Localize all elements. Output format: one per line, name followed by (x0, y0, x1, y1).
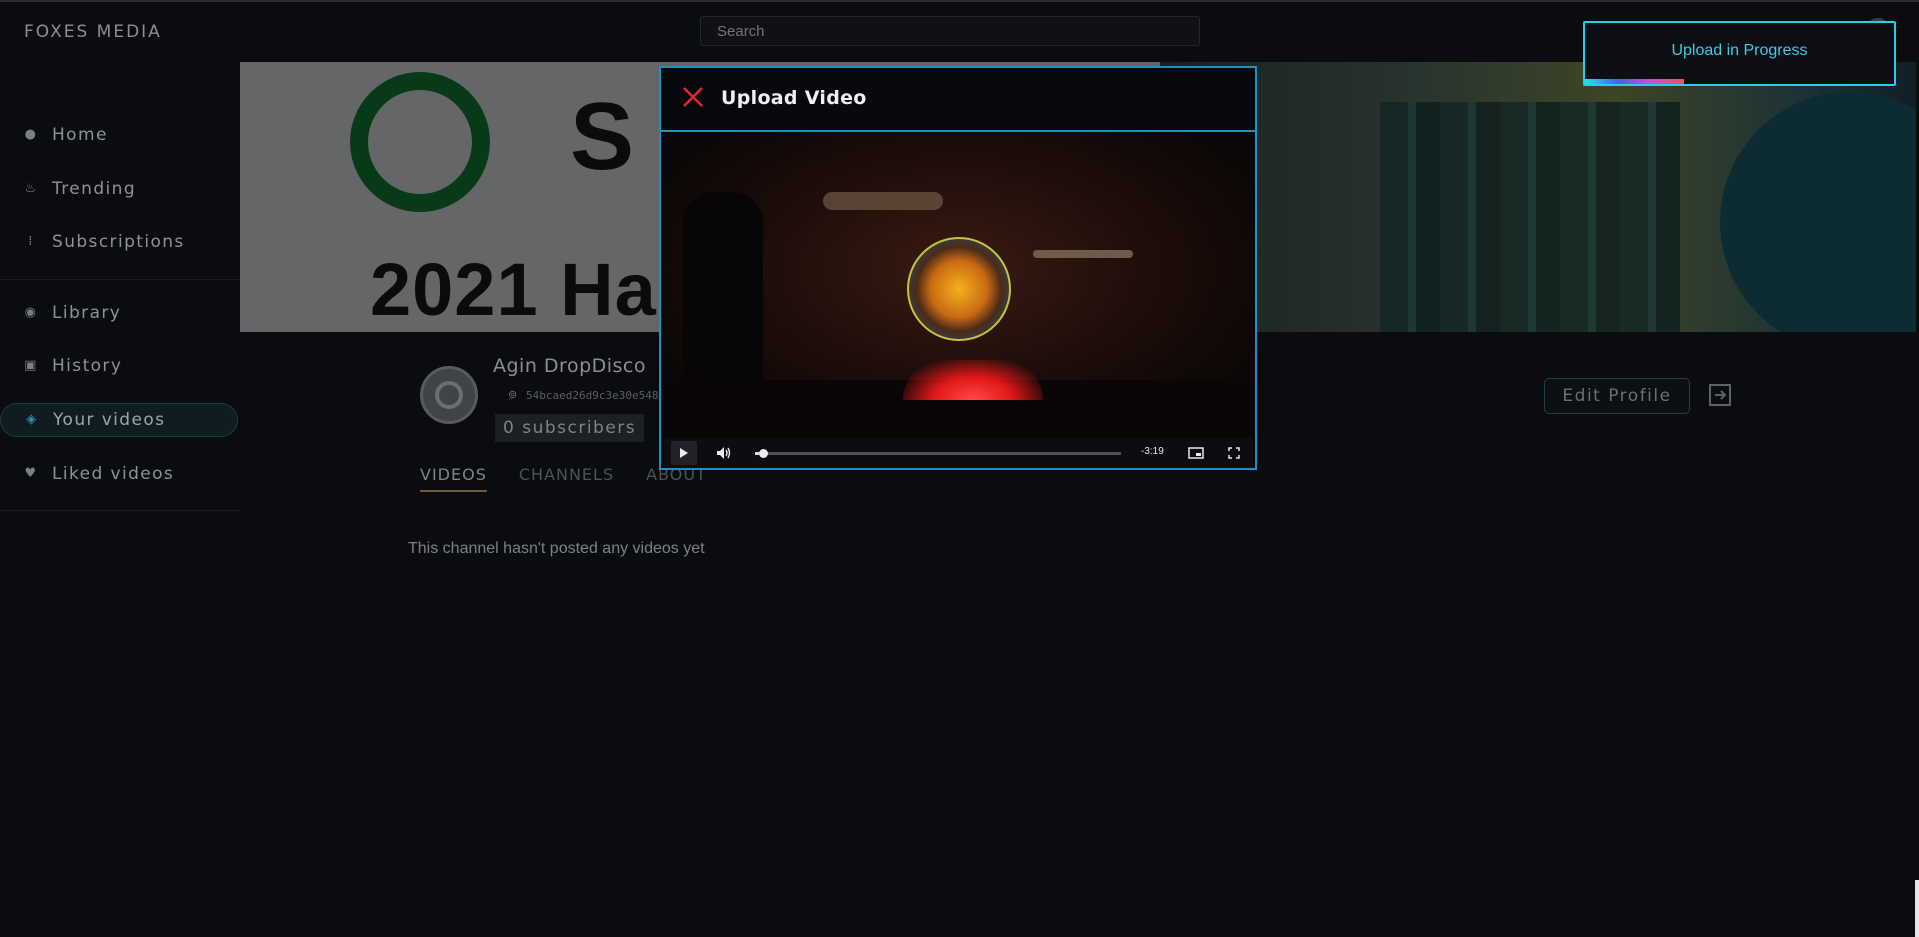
video-preview[interactable] (663, 132, 1253, 436)
channel-name: Agin DropDisco (493, 355, 647, 377)
sidebar-item-liked-videos[interactable]: ♥ Liked videos (0, 457, 238, 491)
sidebar-item-label: Library (52, 303, 122, 323)
toast-progress-track (1585, 79, 1894, 84)
volume-icon (717, 447, 731, 459)
sidebar-item-your-videos[interactable]: ◈ Your videos (0, 403, 238, 437)
volume-button[interactable] (711, 438, 737, 468)
tab-channels[interactable]: CHANNELS (519, 465, 614, 492)
toast-progress-fill (1585, 79, 1684, 84)
video-red-glow (903, 360, 1043, 400)
sidebar: FOXES MEDIA ● Home ♨ Trending ⁞ Subscrip… (0, 0, 240, 937)
top-border (0, 0, 1919, 2)
video-controls: -3:19 (663, 438, 1253, 468)
tab-videos[interactable]: VIDEOS (420, 465, 487, 492)
your-videos-icon: ◈ (26, 412, 38, 427)
sidebar-item-label: History (52, 356, 123, 376)
sidebar-item-label: Subscriptions (52, 232, 185, 252)
sidebar-item-label: Your videos (53, 410, 166, 430)
play-button[interactable] (671, 441, 697, 465)
video-progress-bar[interactable] (755, 449, 1121, 458)
upload-video-modal: Upload Video -3:19 (659, 66, 1257, 470)
close-icon[interactable] (681, 85, 705, 109)
sidebar-divider (0, 279, 240, 280)
video-cloud (1033, 250, 1133, 258)
fullscreen-button[interactable] (1221, 438, 1247, 468)
empty-videos-message: This channel hasn't posted any videos ye… (408, 540, 705, 557)
channel-hash: 54bcaed26d9c3e30e5484719 (526, 389, 658, 402)
key-icon: ⊚ (508, 388, 518, 401)
sidebar-divider (0, 510, 240, 511)
logout-icon[interactable] (1708, 383, 1732, 407)
sidebar-item-library[interactable]: ◉ Library (0, 296, 238, 330)
modal-title: Upload Video (721, 87, 867, 109)
upload-progress-toast: Upload in Progress (1583, 21, 1896, 86)
library-icon: ◉ (24, 305, 38, 320)
pip-icon (1188, 447, 1204, 459)
video-progress-knob[interactable] (758, 449, 768, 458)
history-icon: ▣ (24, 358, 38, 373)
video-emblem (907, 237, 1011, 341)
search-input[interactable] (700, 16, 1200, 46)
play-icon (680, 448, 688, 458)
sidebar-item-label: Liked videos (52, 464, 175, 484)
sidebar-item-label: Home (52, 125, 108, 145)
modal-header: Upload Video (661, 68, 1255, 132)
fullscreen-icon (1228, 447, 1240, 459)
home-icon: ● (24, 127, 38, 142)
edit-profile-button[interactable]: Edit Profile (1544, 378, 1690, 414)
fire-icon: ♨ (24, 181, 38, 196)
sidebar-item-home[interactable]: ● Home (0, 118, 238, 152)
brand-logo[interactable]: FOXES MEDIA (24, 22, 162, 42)
time-remaining: -3:19 (1141, 446, 1164, 457)
sidebar-item-label: Trending (52, 179, 137, 199)
subscriptions-icon: ⁞ (28, 234, 34, 249)
sidebar-item-subscriptions[interactable]: ⁞ Subscriptions (0, 225, 238, 259)
channel-avatar (420, 366, 478, 424)
like-icon: ♥ (24, 466, 38, 481)
scrollbar[interactable] (1915, 880, 1919, 937)
video-cloud (823, 192, 943, 210)
picture-in-picture-button[interactable] (1183, 438, 1209, 468)
sidebar-item-history[interactable]: ▣ History (0, 349, 238, 383)
subscriber-count: 0 subscribers (495, 414, 645, 442)
sidebar-item-trending[interactable]: ♨ Trending (0, 172, 238, 206)
toast-message: Upload in Progress (1671, 42, 1808, 59)
